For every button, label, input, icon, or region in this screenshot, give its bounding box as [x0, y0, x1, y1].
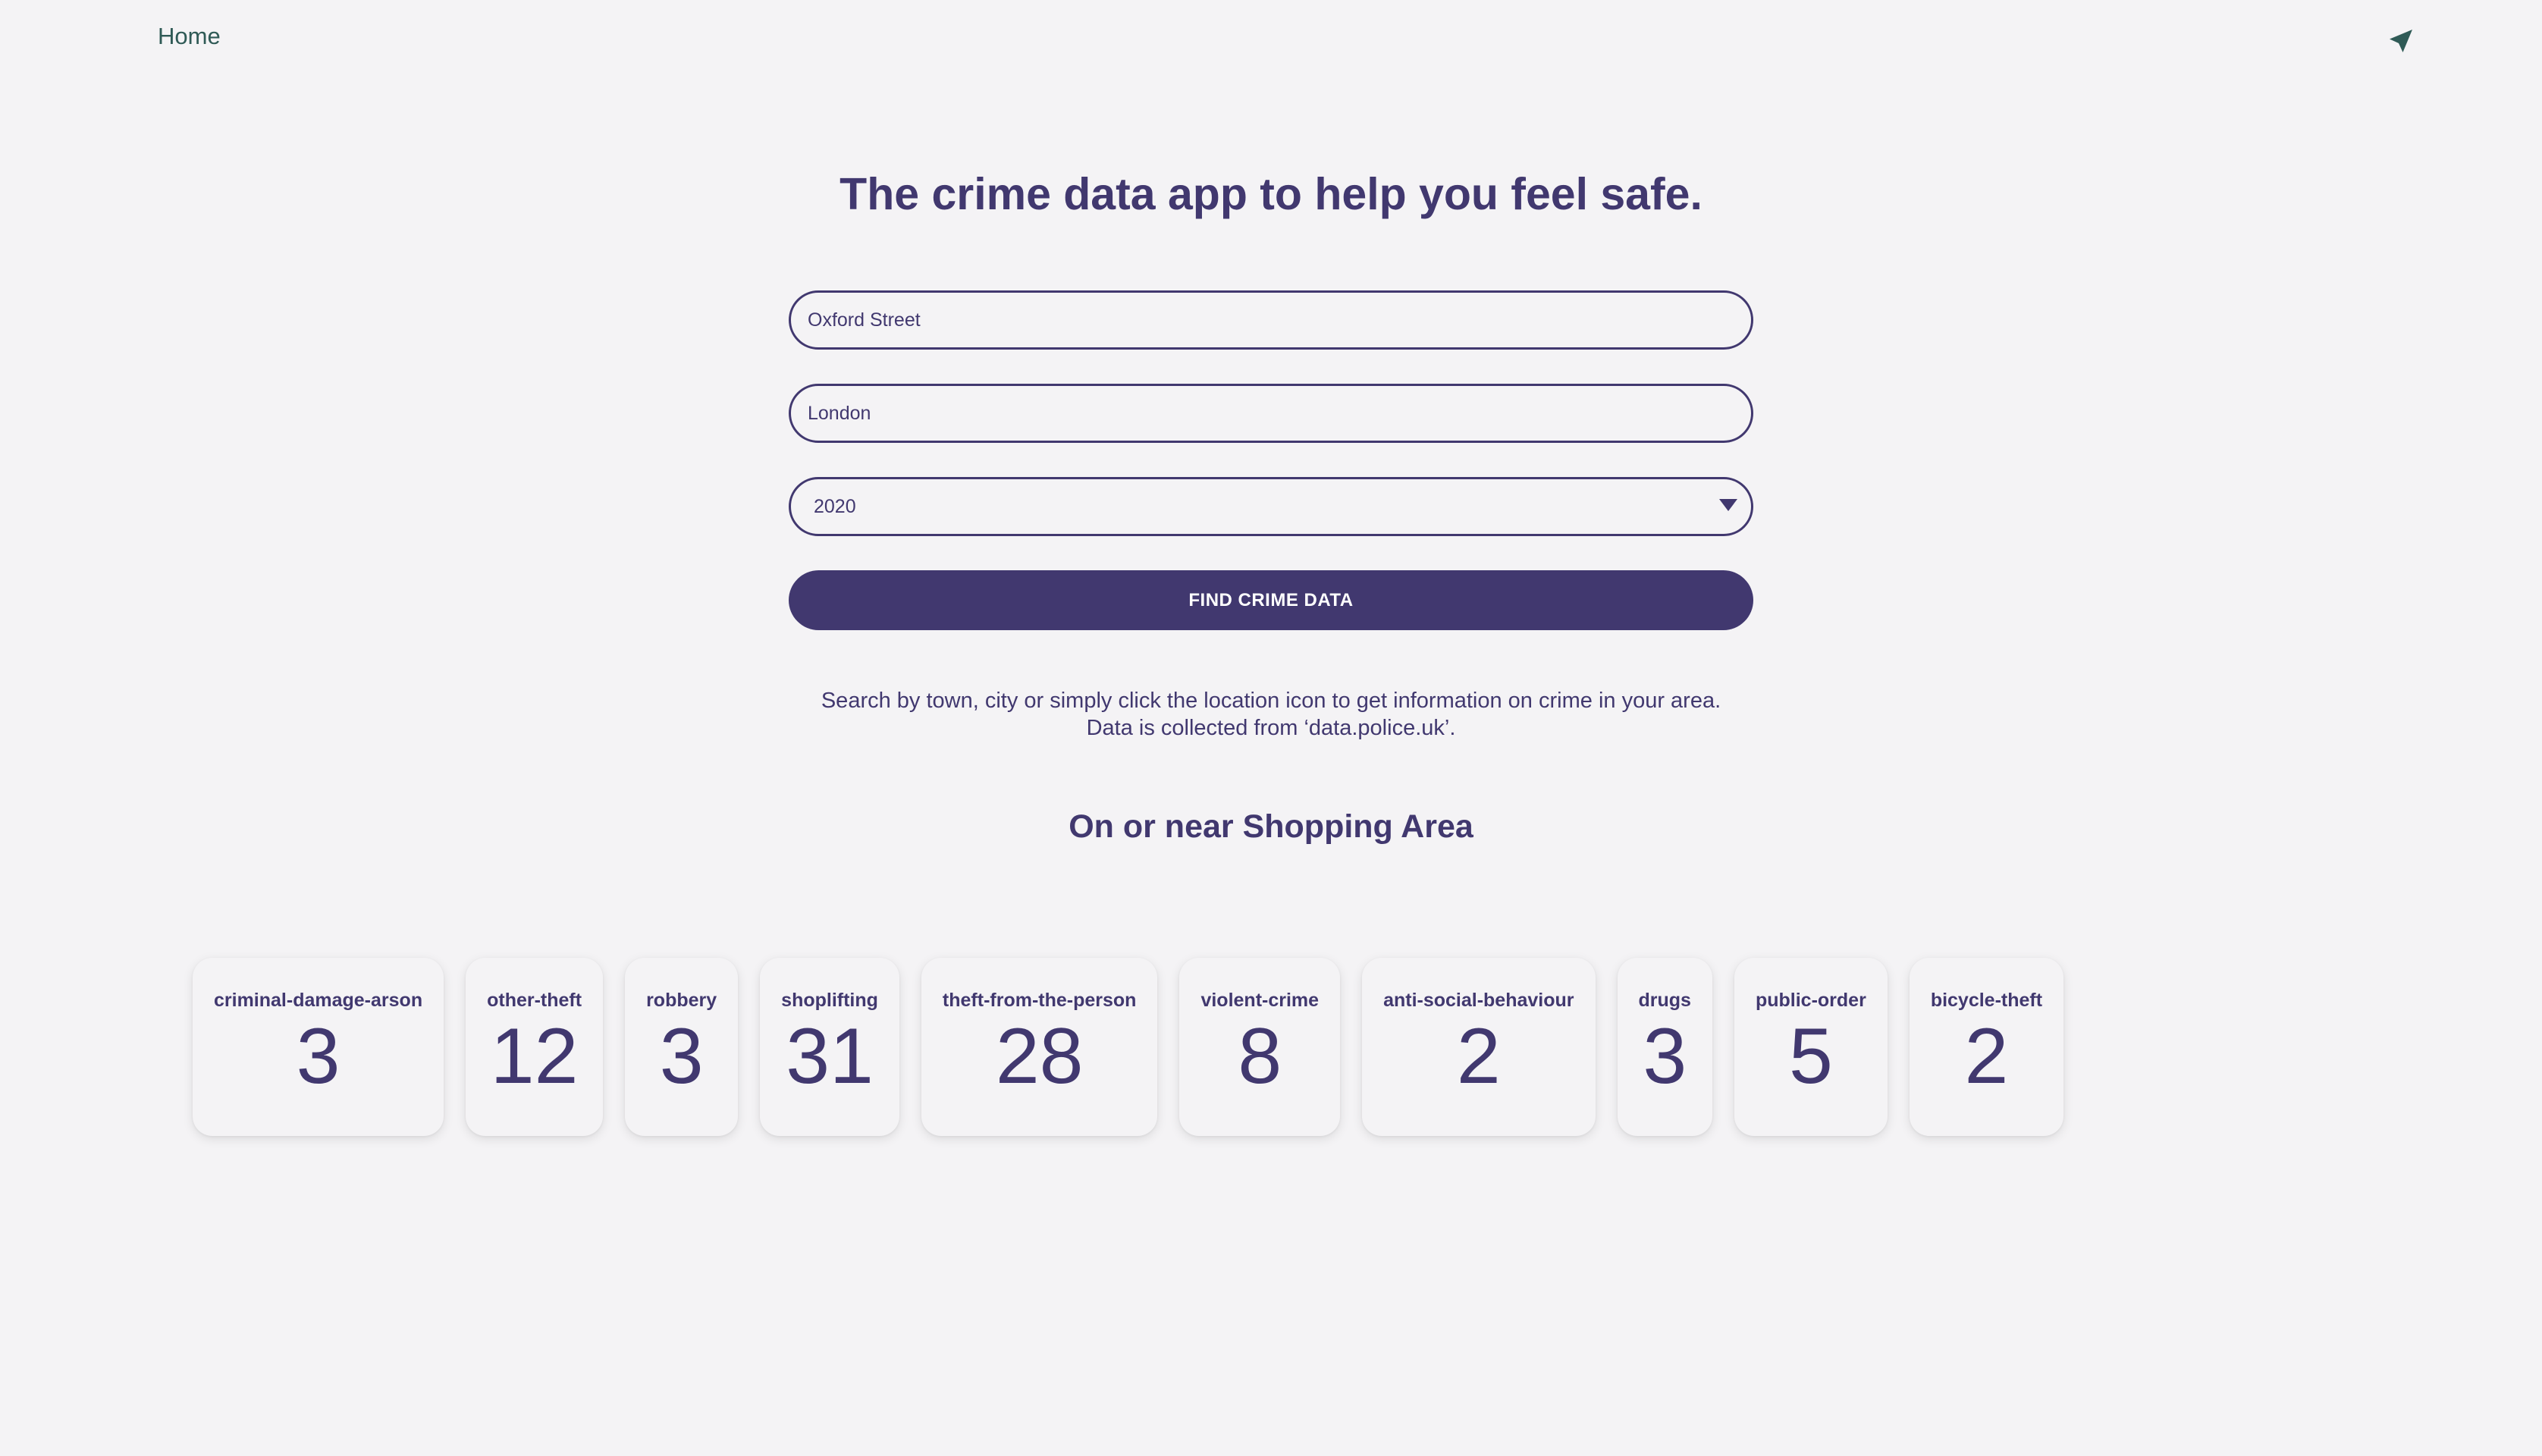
crime-card-count: 5	[1788, 1012, 1833, 1100]
crime-card: shoplifting 31	[760, 958, 899, 1136]
crime-card-count: 12	[490, 1012, 579, 1100]
crime-card-count: 3	[296, 1012, 341, 1100]
area-title: On or near Shopping Area	[1069, 808, 1473, 845]
crime-card-label: theft-from-the-person	[942, 990, 1137, 1011]
location-arrow-glyph	[2390, 30, 2412, 52]
crime-card-label: criminal-damage-arson	[214, 990, 423, 1011]
page-title: The crime data app to help you feel safe…	[839, 169, 1703, 219]
crime-card-label: drugs	[1638, 990, 1691, 1011]
crime-card-count: 31	[786, 1012, 874, 1100]
find-crime-data-button[interactable]: FIND CRIME DATA	[789, 570, 1753, 630]
crime-card: public-order 5	[1734, 958, 1888, 1136]
crime-card: violent-crime 8	[1179, 958, 1341, 1136]
crime-card-count: 28	[995, 1012, 1084, 1100]
crime-card-count: 2	[1964, 1012, 2009, 1100]
crime-card: criminal-damage-arson 3	[193, 958, 444, 1136]
crime-card-count: 2	[1456, 1012, 1501, 1100]
info-line-1: Search by town, city or simply click the…	[821, 689, 1721, 713]
crime-card: drugs 3	[1617, 958, 1712, 1136]
crime-card-label: public-order	[1755, 990, 1866, 1011]
crime-cards: criminal-damage-arson 3 other-theft 12 r…	[193, 958, 2064, 1136]
crime-card: theft-from-the-person 28	[921, 958, 1158, 1136]
crime-card-count: 3	[659, 1012, 704, 1100]
crime-card: robbery 3	[625, 958, 739, 1136]
chevron-down-icon	[1719, 499, 1737, 511]
year-select[interactable]: 2020	[789, 477, 1753, 536]
crime-card-label: other-theft	[487, 990, 582, 1011]
crime-card-label: violent-crime	[1200, 990, 1320, 1011]
crime-card: anti-social-behaviour 2	[1362, 958, 1596, 1136]
year-select-value: 2020	[814, 496, 856, 517]
crime-card-count: 3	[1643, 1012, 1687, 1100]
crime-card-count: 8	[1238, 1012, 1282, 1100]
info-text: Search by town, city or simply click the…	[0, 687, 2542, 742]
info-line-2: Data is collected from ‘data.police.uk’.	[1086, 716, 1456, 740]
location-arrow-icon[interactable]	[2386, 26, 2416, 56]
city-input[interactable]	[789, 384, 1753, 443]
crime-card-label: bicycle-theft	[1930, 990, 2043, 1011]
crime-card-label: robbery	[646, 990, 717, 1011]
crime-card: other-theft 12	[466, 958, 604, 1136]
nav-home-link[interactable]: Home	[158, 23, 221, 50]
street-input[interactable]	[789, 290, 1753, 350]
crime-card-label: shoplifting	[781, 990, 878, 1011]
crime-card-label: anti-social-behaviour	[1383, 990, 1574, 1011]
crime-card: bicycle-theft 2	[1909, 958, 2064, 1136]
